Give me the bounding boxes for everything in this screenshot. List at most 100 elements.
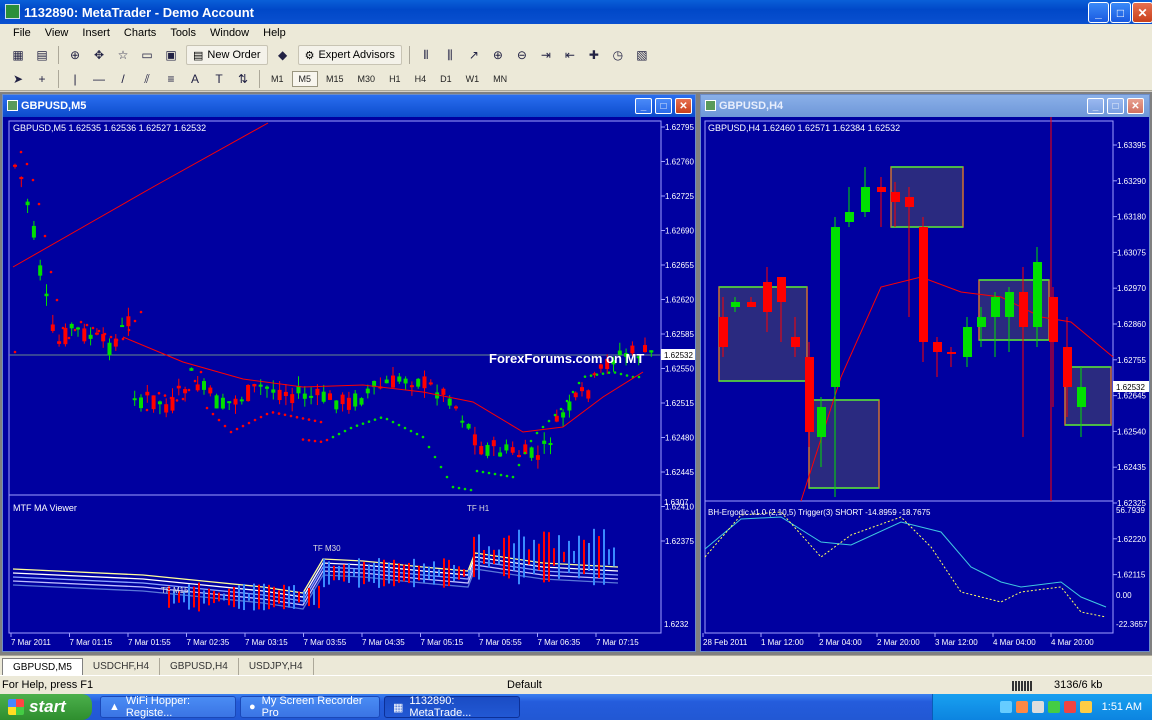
ma-dot-green [319, 440, 323, 444]
tab-gbpusd-h4[interactable]: GBPUSD,H4 [160, 658, 239, 675]
tf-h1[interactable]: H1 [383, 72, 407, 86]
tab-gbpusd-m5[interactable]: GBPUSD,M5 [2, 658, 83, 675]
ma-dot-red [61, 326, 65, 330]
candle-body [271, 389, 276, 393]
tf-m5[interactable]: M5 [291, 71, 319, 87]
candle-body [1049, 297, 1058, 342]
chart-minimize-button[interactable]: _ [635, 98, 652, 114]
ma-dot-red [229, 430, 233, 434]
chart-maximize-button[interactable]: □ [655, 98, 672, 114]
task-metatrader[interactable]: ▦ 1132890: MetaTrade... [384, 695, 520, 719]
chart-close-button[interactable]: ✕ [1127, 98, 1144, 114]
price-axis-label: 1.62550 [665, 365, 694, 374]
channel-icon[interactable]: ⫽ [137, 69, 157, 89]
recorder-icon: ● [249, 701, 256, 713]
new-chart-icon[interactable]: ▦ [8, 45, 28, 65]
tray-icon-network[interactable] [999, 701, 1012, 713]
candle-body [845, 212, 854, 222]
candlestick-icon[interactable]: ⫼ [440, 45, 460, 65]
tf-m1[interactable]: M1 [265, 72, 290, 86]
price-axis-label: 1.62585 [665, 330, 694, 339]
tf-h4[interactable]: H4 [409, 72, 433, 86]
chart-canvas-h4[interactable]: 1.63395 1.63290 1.63180 1.63075 1.62970 1.628… [701, 117, 1149, 651]
menu-tools[interactable]: Tools [163, 27, 203, 39]
tray-icon-volume[interactable] [1031, 701, 1044, 713]
tf-d1[interactable]: D1 [434, 72, 458, 86]
start-button[interactable]: start [0, 694, 92, 720]
horizontal-line-icon[interactable]: — [89, 69, 109, 89]
candle-body [409, 385, 414, 388]
candle-body [346, 397, 351, 410]
candle-body [573, 392, 578, 398]
ma-dot-green [505, 474, 509, 478]
chart-canvas-m5[interactable]: 1.62795 1.62760 1.62725 1.62690 1.62655 1.626… [3, 117, 695, 651]
ma-dot-green [481, 470, 485, 474]
templates-icon[interactable]: ▧ [632, 45, 652, 65]
candle-body [38, 265, 43, 276]
new-order-button[interactable]: ▤ New Order [186, 45, 268, 65]
tab-usdchf-h4[interactable]: USDCHF,H4 [83, 658, 161, 675]
bar-chart-icon[interactable]: ⫴ [416, 45, 436, 65]
candle-body [283, 391, 288, 397]
crosshair-icon[interactable]: + [32, 69, 52, 89]
ma-dot-red [277, 412, 281, 415]
terminal-icon[interactable]: ▭ [137, 45, 157, 65]
menu-view[interactable]: View [38, 27, 76, 39]
menu-window[interactable]: Window [203, 27, 256, 39]
menu-insert[interactable]: Insert [75, 27, 117, 39]
profiles-icon[interactable]: ▤ [32, 45, 52, 65]
tf-m30[interactable]: M30 [352, 72, 382, 86]
chart-window-gbpusd-m5[interactable]: GBPUSD,M5 _ □ ✕ 1.62795 1.62760 1.62725 1.6… [2, 94, 696, 652]
line-chart-icon[interactable]: ↗ [464, 45, 484, 65]
mtf-histogram-bar [368, 564, 370, 582]
tf-m15[interactable]: M15 [320, 72, 350, 86]
vertical-line-icon[interactable]: | [65, 69, 85, 89]
maximize-button[interactable]: □ [1110, 2, 1131, 23]
metaeditor-icon[interactable]: ◆ [273, 45, 293, 65]
trendline-icon[interactable]: / [113, 69, 133, 89]
tab-usdjpy-h4[interactable]: USDJPY,H4 [239, 658, 314, 675]
mtf-histogram-bar [248, 593, 250, 601]
price-axis-label: 1.62970 [1117, 284, 1146, 293]
chart-shift-icon[interactable]: ⇤ [560, 45, 580, 65]
task-wifi-hopper[interactable]: ▲ WiFi Hopper: Registe... [100, 695, 236, 719]
periods-icon[interactable]: ◷ [608, 45, 628, 65]
tray-icon-app[interactable] [1047, 701, 1060, 713]
cursor-icon[interactable]: ➤ [8, 69, 28, 89]
menu-file[interactable]: File [6, 27, 38, 39]
text-icon[interactable]: A [185, 69, 205, 89]
chart-window-gbpusd-h4[interactable]: GBPUSD,H4 _ □ ✕ 1.63395 1.63290 1.63180 1.6… [700, 94, 1150, 652]
navigator-icon[interactable]: ✥ [89, 45, 109, 65]
menu-charts[interactable]: Charts [117, 27, 163, 39]
candle-body [416, 378, 421, 387]
candle-body [1019, 292, 1028, 327]
close-button[interactable]: ✕ [1132, 2, 1152, 23]
task-screen-recorder[interactable]: ● My Screen Recorder Pro [240, 695, 380, 719]
market-watch-icon[interactable]: ⊕ [65, 45, 85, 65]
mtf-histogram-bar [473, 536, 475, 578]
chart-close-button[interactable]: ✕ [675, 98, 692, 114]
minimize-button[interactable]: _ [1088, 2, 1109, 23]
chart-titlebar[interactable]: GBPUSD,M5 _ □ ✕ [3, 95, 695, 117]
expert-advisors-icon: ⚙ [304, 49, 315, 62]
data-window-icon[interactable]: ☆ [113, 45, 133, 65]
chart-minimize-button[interactable]: _ [1087, 98, 1104, 114]
arrows-icon[interactable]: ⇅ [233, 69, 253, 89]
text-label-icon[interactable]: T [209, 69, 229, 89]
zoom-in-icon[interactable]: ⊕ [488, 45, 508, 65]
auto-scroll-icon[interactable]: ⇥ [536, 45, 556, 65]
fibonacci-icon[interactable]: ≡ [161, 69, 181, 89]
zoom-out-icon[interactable]: ⊖ [512, 45, 532, 65]
indicators-icon[interactable]: ✚ [584, 45, 604, 65]
ma-dot-green [487, 471, 491, 475]
tf-w1[interactable]: W1 [460, 72, 486, 86]
tray-icon-security[interactable] [1015, 701, 1028, 713]
expert-advisors-button[interactable]: ⚙ Expert Advisors [297, 45, 402, 65]
menu-help[interactable]: Help [256, 27, 293, 39]
tf-mn[interactable]: MN [487, 72, 513, 86]
strategy-tester-icon[interactable]: ▣ [161, 45, 181, 65]
chart-maximize-button[interactable]: □ [1107, 98, 1124, 114]
tray-icon-alert[interactable] [1063, 701, 1076, 713]
tray-icon-update[interactable] [1079, 701, 1092, 713]
chart-titlebar[interactable]: GBPUSD,H4 _ □ ✕ [701, 95, 1149, 117]
